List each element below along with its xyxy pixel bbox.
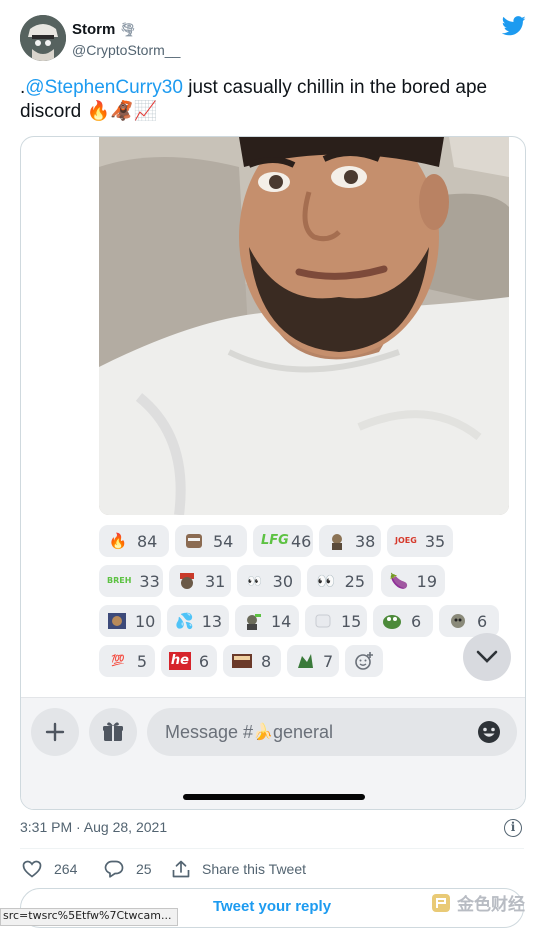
twitter-bird-icon[interactable] [501,16,526,41]
reaction-eggplant[interactable]: 🍆 19 [381,565,445,597]
smiley-icon [478,721,500,743]
reaction-pepe[interactable]: 6 [373,605,433,637]
water-splash-icon: 💦 [175,612,194,630]
watermark: 金色财经 [430,890,525,915]
banana-icon: 🍌 [253,724,273,741]
message-input[interactable]: Message # 🍌 general [147,708,517,756]
info-icon[interactable]: i [504,819,522,837]
reaction-ape-sticker-2[interactable]: 38 [319,525,381,557]
joeg-sticker-icon: JOEG [395,536,417,545]
tweet-timestamp[interactable]: 3:31 PM · Aug 28, 2021 [20,819,167,835]
ape-sticker-icon [295,652,315,670]
reaction-sticker-6[interactable]: 15 [305,605,367,637]
reaction-daddy[interactable]: 8 [223,645,281,677]
ape-sticker-icon [183,532,205,550]
reply-count-button[interactable]: 25 [104,860,152,878]
divider [20,848,524,849]
eyes-icon: 👀 [316,572,336,590]
reaction-breh[interactable]: BREH 33 [99,565,163,597]
hundred-icon: 💯 [111,654,125,667]
daddy-sticker-icon [231,652,253,670]
breh-sticker-icon: BREH [107,576,132,585]
reaction-lfg[interactable]: LFG 46 [253,525,313,557]
chevron-down-icon [476,650,498,663]
reaction-ape-sticker-4[interactable]: 10 [99,605,161,637]
scroll-down-button[interactable] [463,633,511,681]
gift-icon [103,722,123,741]
tweet-text: .@StephenCurry30 just casually chillin i… [20,77,488,122]
gift-button[interactable] [89,708,137,756]
selfie-photo[interactable] [99,137,509,515]
fire-icon: 🔥 [86,101,111,122]
mention-link[interactable]: @StephenCurry30 [25,77,183,98]
chart-increasing-icon: 📈 [133,101,158,122]
ape-sticker-icon [327,532,347,550]
ape-sticker-icon [243,612,263,630]
plus-icon [45,722,65,742]
emoji-button[interactable] [477,720,501,749]
attach-button[interactable] [31,708,79,756]
ape-sticker-icon [447,612,469,630]
author-handle[interactable]: @CryptoStorm__ [72,42,180,58]
fire-icon: 🔥 [108,532,128,550]
reaction-eyes-sticker[interactable]: 👀 30 [237,565,301,597]
add-reaction-button[interactable] [345,645,383,677]
reaction-eyes[interactable]: 👀 25 [307,565,373,597]
eyes-sticker-icon: 👀 [247,574,263,588]
reaction-ape-sticker-3[interactable]: 31 [169,565,231,597]
author-avatar[interactable] [20,15,66,61]
share-button[interactable]: Share this Tweet [172,860,306,878]
reaction-hundred[interactable]: 💯 5 [99,645,155,677]
home-indicator [183,794,365,800]
reaction-ape-sticker-8[interactable]: 7 [287,645,339,677]
reaction-ape-sticker-7[interactable]: 6 [439,605,499,637]
eggplant-icon: 🍆 [389,572,409,590]
reaction-water-sticker[interactable]: 💦 13 [167,605,229,637]
ape-sticker-icon [177,572,197,590]
reaction-ape-sticker-1[interactable]: 54 [175,525,247,557]
like-button[interactable]: 264 [22,860,77,878]
reaction-he[interactable]: he 6 [161,645,217,677]
heart-icon [22,860,42,878]
reaction-fire[interactable]: 🔥 84 [99,525,169,557]
he-sticker-icon: he [169,652,191,670]
reaction-joeg[interactable]: JOEG 35 [387,525,453,557]
reaction-ape-sticker-5[interactable]: 14 [235,605,299,637]
monkey-icon: 🦧 [110,101,134,122]
tornado-icon: 🌪 [119,22,137,37]
watermark-logo-icon [432,893,450,912]
smiley-plus-icon [355,652,373,670]
lfg-sticker-icon: LFG [261,533,289,548]
browser-status-url: src=twsrc%5Etfw%7Ctwcam... [0,908,179,926]
reply-icon [104,860,124,878]
author-name[interactable]: Storm 🌪 [72,21,136,38]
sticker-icon [313,612,333,630]
share-icon [172,860,190,878]
pepe-frog-icon [381,612,403,630]
media-card[interactable]: 🔥 84 54 LFG 46 38 JOEG 35 BREH 33 31 👀 30 👀 25… [20,136,526,810]
ape-sticker-icon [107,612,127,630]
